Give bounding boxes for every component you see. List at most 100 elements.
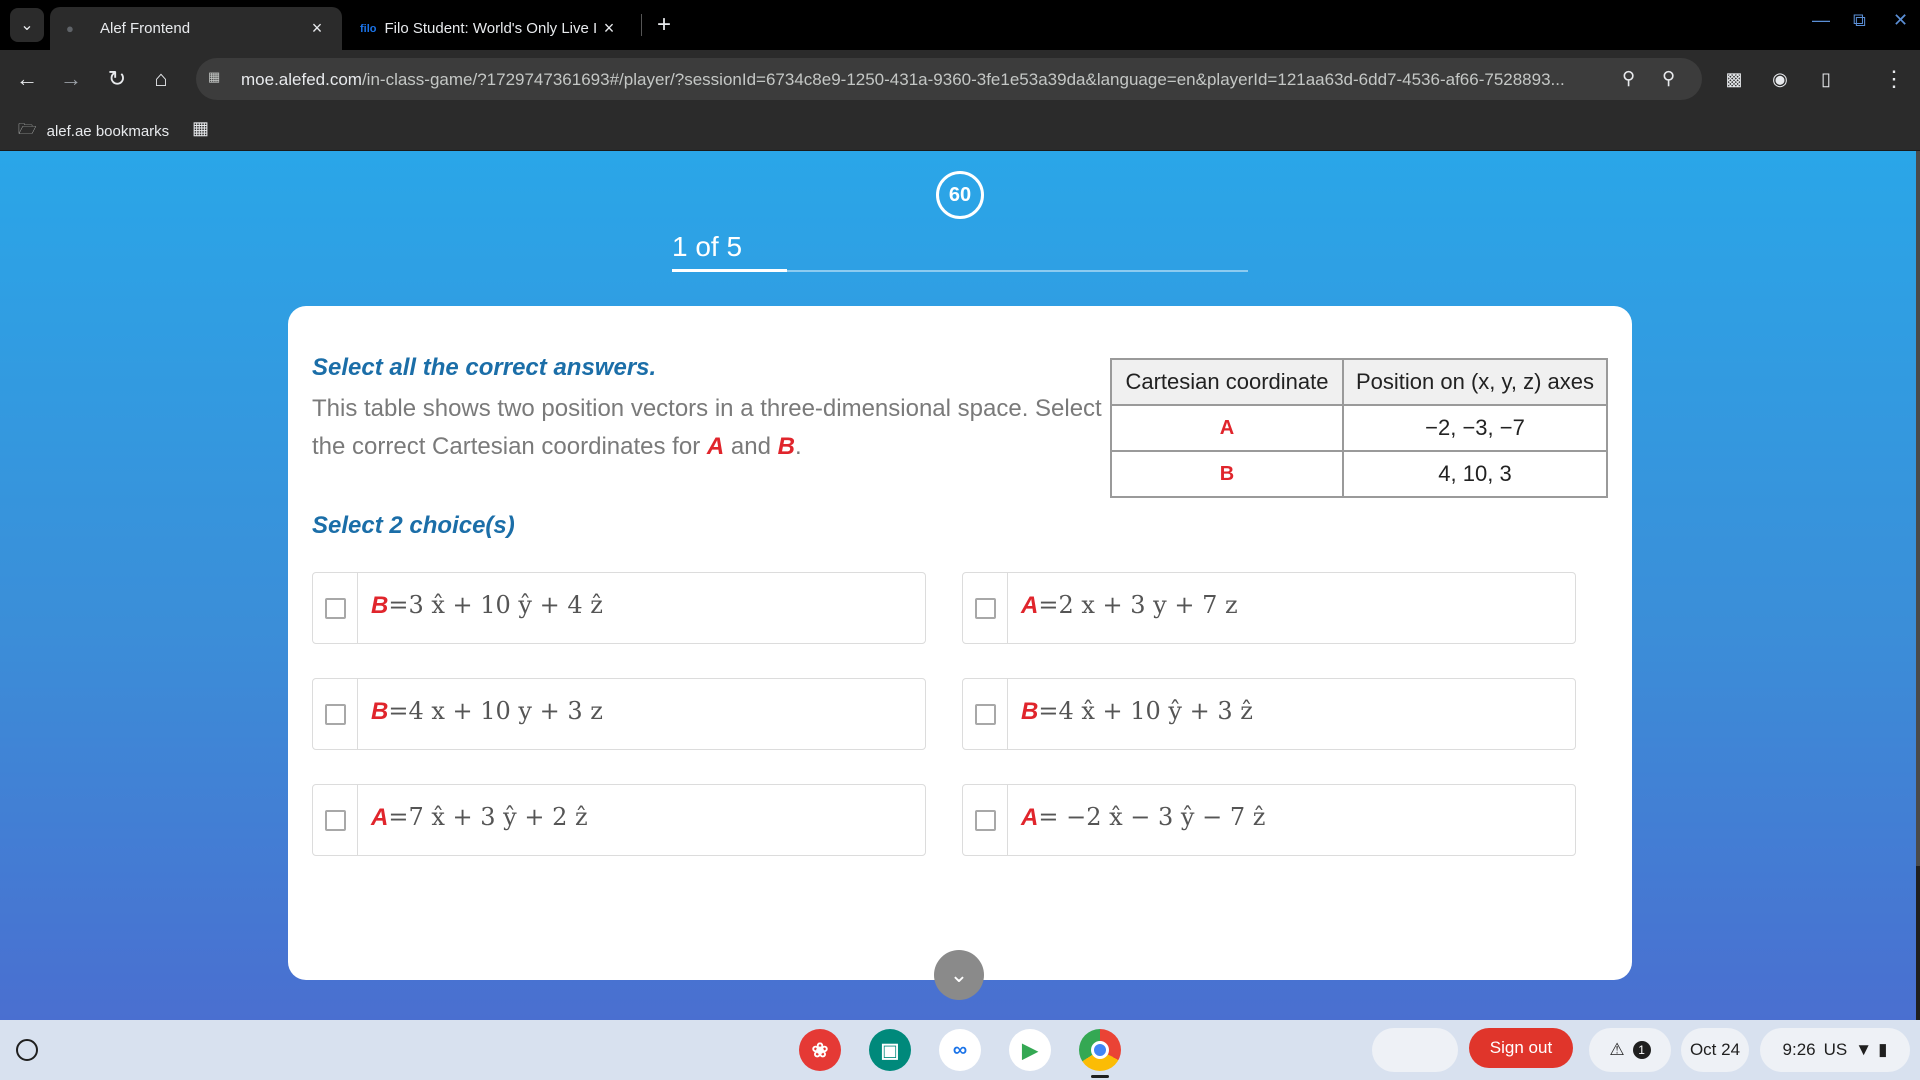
- restore-icon[interactable]: ⧉: [1853, 10, 1866, 31]
- date-pill[interactable]: Oct 24: [1681, 1028, 1749, 1072]
- extensions-puzzle-icon[interactable]: ▯: [1812, 65, 1840, 93]
- minimize-icon[interactable]: —: [1812, 10, 1830, 31]
- locale: US: [1823, 1040, 1848, 1059]
- extension-icon[interactable]: ◉: [1766, 65, 1794, 93]
- option-variable: B: [371, 698, 389, 725]
- tab-divider: [641, 14, 642, 36]
- tab-strip: ⌄ ● Alef Frontend × filo Filo Student: W…: [0, 0, 1920, 50]
- tab-alef-frontend[interactable]: ● Alef Frontend ×: [50, 7, 342, 50]
- chrome-app-icon[interactable]: [1079, 1029, 1121, 1071]
- play-store-icon[interactable]: ▶: [1009, 1029, 1051, 1071]
- home-icon[interactable]: ⌂: [147, 65, 175, 93]
- progress-bar: [672, 269, 1248, 272]
- option-expression: =4 x̂ + 10 ŷ + 3 ẑ: [1038, 697, 1253, 725]
- option-text: A=7 x̂ + 3 ŷ + 2 ẑ: [371, 803, 588, 832]
- table-header: Cartesian coordinate: [1110, 358, 1344, 406]
- progress-bar-fill: [672, 269, 788, 272]
- remote-app-icon[interactable]: ∞: [939, 1029, 981, 1071]
- answer-option[interactable]: A=2 x + 3 y + 7 z: [962, 572, 1576, 644]
- address-bar[interactable]: ▦ moe.alefed.com/in-class-game/?17297473…: [196, 58, 1702, 100]
- bookmarks-bar: 🗁 alef.ae bookmarks ▦: [0, 108, 1920, 151]
- option-checkbox-cell: [313, 573, 358, 643]
- launcher-icon[interactable]: [16, 1039, 38, 1061]
- notifications-pill[interactable]: ⚠ 1: [1589, 1028, 1671, 1072]
- system-shelf: ❀ ▣ ∞ ▶ Sign out ⚠ 1 Oct 24 9:26 US ▼ ▮: [0, 1020, 1920, 1080]
- question-text: This table shows two position vectors in…: [312, 390, 1112, 466]
- choice-count-label: Select 2 choice(s): [312, 512, 515, 539]
- holding-space-thumbnail[interactable]: [1372, 1028, 1458, 1072]
- option-checkbox[interactable]: [325, 704, 346, 725]
- option-checkbox[interactable]: [975, 598, 996, 619]
- site-info-icon[interactable]: ▦: [208, 69, 228, 89]
- scroll-down-button[interactable]: ⌄: [934, 950, 984, 1000]
- option-expression: =7 x̂ + 3 ŷ + 2 ẑ: [388, 803, 588, 831]
- warning-icon: ⚠: [1609, 1040, 1625, 1059]
- table-header-row: Cartesian coordinate Position on (x, y, …: [1110, 358, 1608, 406]
- canvas-app-icon[interactable]: ❀: [799, 1029, 841, 1071]
- forward-icon[interactable]: →: [57, 65, 85, 93]
- question-and: and: [724, 433, 778, 460]
- option-text: B=4 x̂ + 10 ŷ + 3 ẑ: [1021, 697, 1253, 726]
- option-checkbox-cell: [963, 785, 1008, 855]
- close-icon[interactable]: ×: [598, 18, 620, 39]
- url-host: moe.alefed.com: [241, 70, 362, 89]
- coordinates-table: Cartesian coordinate Position on (x, y, …: [1110, 358, 1608, 498]
- scrollbar[interactable]: [1916, 151, 1920, 866]
- table-cell-value: −2, −3, −7: [1342, 404, 1608, 452]
- tab-title: Filo Student: World's Only Live I: [384, 20, 598, 37]
- tab-title: Alef Frontend: [100, 20, 191, 37]
- chrome-center-icon: [1091, 1041, 1109, 1059]
- answer-option[interactable]: A= −2 x̂ − 3 ŷ − 7 ẑ: [962, 784, 1576, 856]
- filo-favicon-icon: filo: [360, 22, 377, 35]
- bookmark-label: alef.ae bookmarks: [46, 123, 170, 140]
- notification-count: 1: [1632, 1041, 1651, 1059]
- menu-kebab-icon[interactable]: ⋮: [1880, 65, 1908, 93]
- option-checkbox-cell: [313, 679, 358, 749]
- option-expression: =2 x + 3 y + 7 z: [1038, 591, 1238, 619]
- option-checkbox[interactable]: [975, 704, 996, 725]
- answer-option[interactable]: A=7 x̂ + 3 ŷ + 2 ẑ: [312, 784, 926, 856]
- location-pin-icon[interactable]: ⚲: [1622, 68, 1635, 89]
- classroom-app-icon[interactable]: ▣: [869, 1029, 911, 1071]
- option-checkbox[interactable]: [325, 598, 346, 619]
- option-checkbox[interactable]: [325, 810, 346, 831]
- url-text[interactable]: moe.alefed.com/in-class-game/?1729747361…: [241, 70, 1601, 90]
- table-cell-value: 4, 10, 3: [1342, 450, 1608, 498]
- option-variable: A: [1021, 804, 1039, 831]
- option-checkbox-cell: [963, 679, 1008, 749]
- status-tray[interactable]: 9:26 US ▼ ▮: [1760, 1028, 1910, 1072]
- zoom-icon[interactable]: ⚲: [1662, 68, 1675, 89]
- apps-grid-icon[interactable]: ▦: [192, 118, 209, 139]
- close-window-icon[interactable]: ✕: [1893, 10, 1908, 31]
- option-expression: =4 x + 10 y + 3 z: [388, 697, 603, 725]
- back-icon[interactable]: ←: [13, 65, 41, 93]
- question-progress-label: 1 of 5: [672, 231, 743, 262]
- browser-toolbar: ← → ↻ ⌂ ▦ moe.alefed.com/in-class-game/?…: [0, 50, 1920, 108]
- option-checkbox-cell: [313, 785, 358, 855]
- tab-search-button[interactable]: ⌄: [10, 8, 44, 42]
- option-checkbox[interactable]: [975, 810, 996, 831]
- answer-option[interactable]: B=4 x̂ + 10 ŷ + 3 ẑ: [962, 678, 1576, 750]
- sign-out-button[interactable]: Sign out: [1469, 1028, 1573, 1068]
- table-header: Position on (x, y, z) axes: [1342, 358, 1608, 406]
- tab-filo-student[interactable]: filo Filo Student: World's Only Live I ×: [348, 7, 632, 50]
- option-text: B=4 x + 10 y + 3 z: [371, 697, 603, 726]
- option-text: A=2 x + 3 y + 7 z: [1021, 591, 1238, 620]
- reload-icon[interactable]: ↻: [103, 65, 131, 93]
- wifi-icon: ▼: [1855, 1040, 1873, 1059]
- extension-icon[interactable]: ▩: [1720, 65, 1748, 93]
- bookmark-folder[interactable]: 🗁 alef.ae bookmarks: [18, 119, 169, 144]
- tab-favicon-icon: ●: [66, 21, 74, 36]
- variable-a: A: [706, 433, 725, 460]
- url-path: /in-class-game/?1729747361693#/player/?s…: [361, 70, 1565, 89]
- option-expression: = −2 x̂ − 3 ŷ − 7 ẑ: [1038, 803, 1266, 831]
- option-variable: A: [371, 804, 389, 831]
- option-variable: A: [1021, 592, 1039, 619]
- folder-icon: 🗁: [18, 121, 37, 138]
- option-variable: B: [1021, 698, 1039, 725]
- close-icon[interactable]: ×: [306, 18, 328, 39]
- active-app-indicator: [1091, 1075, 1109, 1078]
- new-tab-button[interactable]: +: [650, 10, 678, 40]
- answer-option[interactable]: B=3 x̂ + 10 ŷ + 4 ẑ: [312, 572, 926, 644]
- answer-option[interactable]: B=4 x + 10 y + 3 z: [312, 678, 926, 750]
